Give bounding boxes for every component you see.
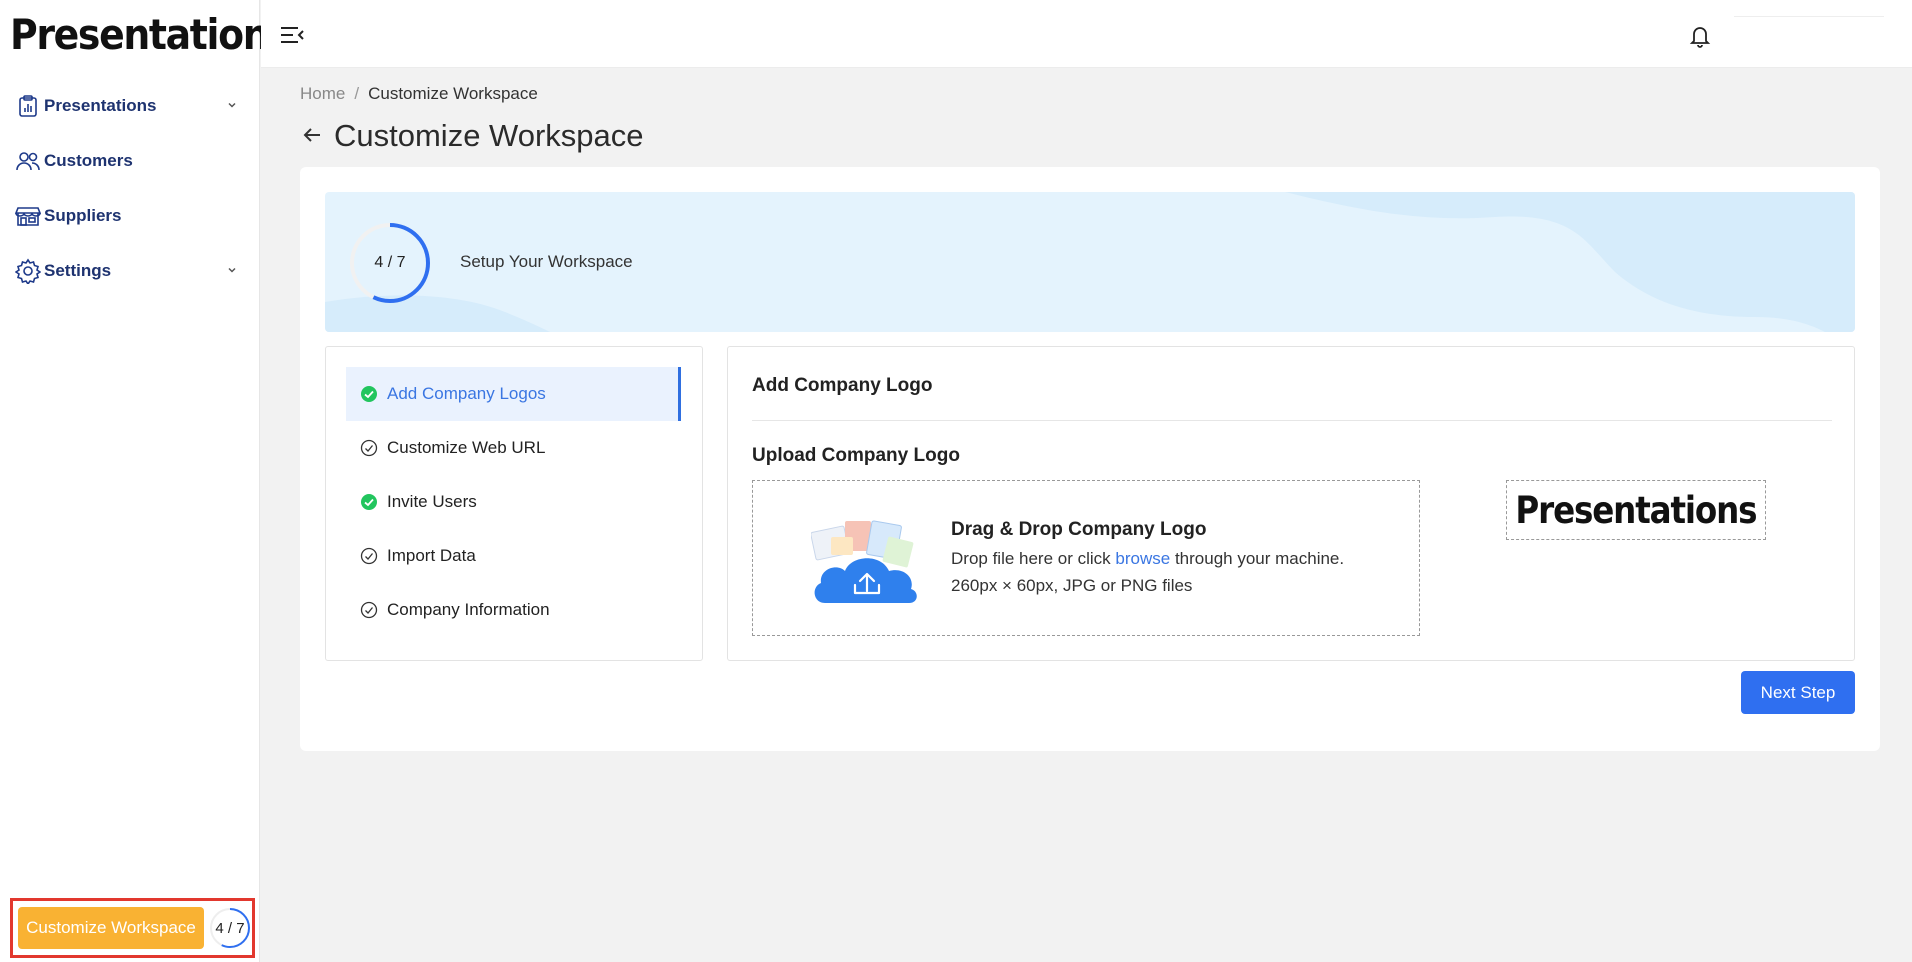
check-circle-outline-icon (360, 601, 378, 619)
breadcrumb-home[interactable]: Home (300, 84, 345, 103)
check-circle-outline-icon (360, 547, 378, 565)
check-circle-filled-icon (360, 385, 378, 403)
sidebar-item-label: Settings (44, 260, 112, 280)
app-logo[interactable]: Presentations (10, 10, 291, 59)
cloud-upload-icon (810, 517, 923, 605)
step-customize-web-url[interactable]: Customize Web URL (346, 421, 681, 475)
sidebar-item-presentations[interactable]: Presentations (0, 78, 260, 133)
sidebar-item-customers[interactable]: Customers (0, 133, 260, 188)
sidebar-item-label: Customers (44, 150, 133, 170)
setup-progress-ring: 4 / 7 (349, 222, 431, 304)
add-logo-panel: Add Company Logo Upload Company Logo Dra… (727, 346, 1855, 661)
menu-collapse-icon[interactable] (279, 24, 307, 48)
customize-workspace-button[interactable]: Customize Workspace (18, 907, 204, 949)
check-circle-outline-icon (360, 439, 378, 457)
sidebar-item-label: Presentations (44, 95, 157, 115)
breadcrumb-current: Customize Workspace (368, 84, 538, 103)
step-invite-users[interactable]: Invite Users (346, 475, 681, 529)
step-import-data[interactable]: Import Data (346, 529, 681, 583)
step-label: Customize Web URL (387, 438, 546, 457)
store-icon (14, 202, 42, 230)
upload-label: Upload Company Logo (752, 445, 960, 466)
dropzone-text-suffix: through your machine. (1174, 549, 1345, 568)
breadcrumb: Home / Customize Workspace (300, 84, 538, 104)
step-add-company-logos[interactable]: Add Company Logos (346, 367, 681, 421)
logo-dropzone[interactable]: Drag & Drop Company Logo Drop file here … (752, 480, 1420, 636)
sidebar-item-settings[interactable]: Settings (0, 243, 260, 298)
breadcrumb-separator: / (354, 84, 360, 103)
setup-banner: 4 / 7 Setup Your Workspace (325, 192, 1855, 332)
step-label: Import Data (387, 546, 476, 565)
dropzone-file-requirements: 260px × 60px, JPG or PNG files (951, 576, 1193, 595)
users-icon (14, 147, 42, 175)
clipboard-chart-icon (14, 92, 42, 120)
customize-progress-text: 4 / 7 (215, 919, 245, 937)
back-arrow-icon[interactable] (300, 123, 326, 149)
setup-steps-list: Add Company Logos Customize Web URL Invi… (325, 346, 703, 661)
browse-link[interactable]: browse (1115, 549, 1170, 568)
step-label: Invite Users (387, 492, 477, 511)
chevron-down-icon (226, 263, 238, 281)
panel-divider (752, 420, 1832, 421)
logo-preview: Presentations (1506, 480, 1766, 540)
next-step-button[interactable]: Next Step (1741, 671, 1855, 714)
dropzone-title: Drag & Drop Company Logo (951, 519, 1207, 540)
top-header (261, 0, 1912, 68)
check-circle-filled-icon (360, 493, 378, 511)
sidebar-item-suppliers[interactable]: Suppliers (0, 188, 260, 243)
sidebar: Presentations Presentations Customers Su… (0, 0, 291, 962)
customize-progress-ring[interactable]: 4 / 7 (208, 906, 252, 950)
step-label: Add Company Logos (387, 384, 546, 403)
page-title-row: Customize Workspace (300, 118, 644, 154)
dropzone-text-prefix: Drop file here or click (951, 549, 1111, 568)
bell-icon[interactable] (1689, 24, 1713, 48)
dropzone-instructions: Drop file here or click browse through y… (951, 549, 1344, 569)
header-divider (1734, 16, 1884, 17)
step-label: Company Information (387, 600, 550, 619)
logo-preview-text: Presentations (1515, 488, 1758, 532)
setup-banner-text: Setup Your Workspace (460, 252, 633, 271)
step-company-information[interactable]: Company Information (346, 583, 681, 637)
sidebar-item-label: Suppliers (44, 205, 122, 225)
gear-icon (14, 257, 42, 285)
sidebar-nav: Presentations Customers Suppliers Settin… (0, 78, 260, 298)
workspace-card: 4 / 7 Setup Your Workspace Add Company L… (300, 167, 1880, 751)
setup-progress-text: 4 / 7 (374, 254, 406, 271)
panel-title: Add Company Logo (752, 375, 933, 396)
chevron-down-icon (226, 98, 238, 116)
customize-workspace-widget: Customize Workspace 4 / 7 (10, 898, 255, 958)
page-title: Customize Workspace (334, 118, 644, 153)
